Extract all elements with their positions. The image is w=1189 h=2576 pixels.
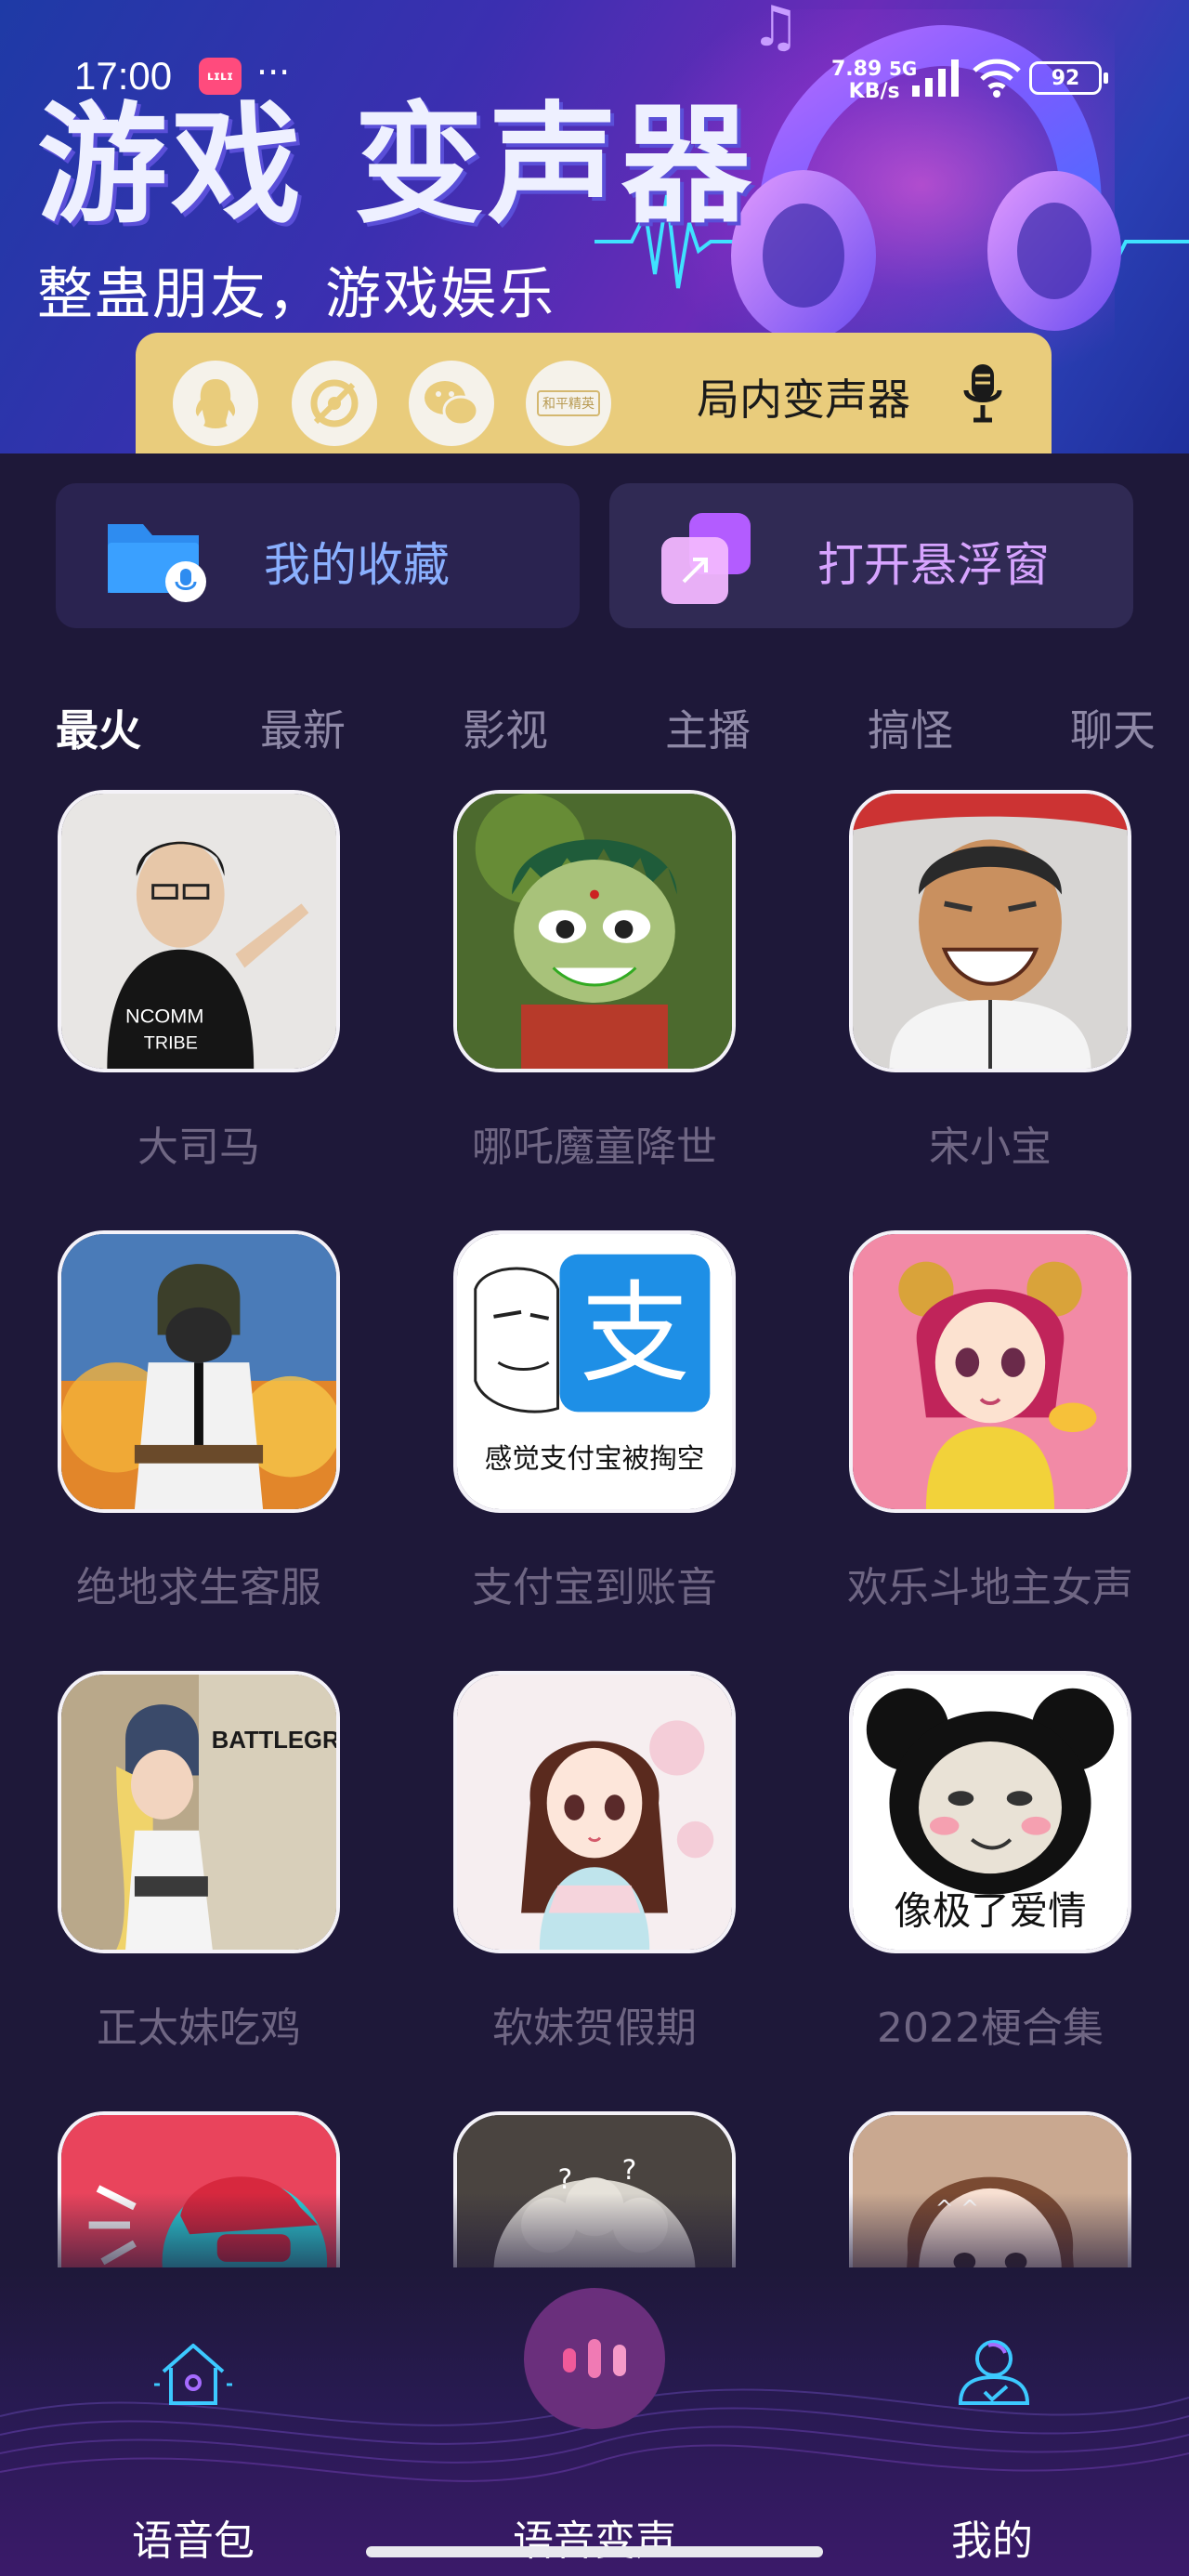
svg-text:?: ? (622, 2154, 637, 2186)
nav-voice-pack-label: 语音包 (132, 2517, 255, 2565)
notification-app-icon: ʟɪʟɪ (199, 58, 242, 95)
tab-streamer[interactable]: 主播 (665, 697, 751, 758)
bottom-navigation: 语音包 语音变声 我的 (0, 2267, 1189, 2576)
qq-zone-icon[interactable] (292, 361, 377, 446)
nav-profile-label: 我的 (951, 2517, 1033, 2565)
home-indicator[interactable] (366, 2546, 823, 2557)
voice-pack-thumbnail: NCOMM TRIBE (58, 790, 340, 1072)
wifi-icon (973, 59, 1021, 98)
voice-pack-label: 大司马 (137, 1124, 260, 1171)
alipay-meme-caption: 感觉支付宝被掏空 (485, 1443, 705, 1475)
voice-pack-thumbnail: 像极了爱情 (849, 1671, 1131, 1953)
voice-pack-thumbnail: 支感觉支付宝被掏空 (453, 1230, 736, 1513)
nav-voice-changer-label: 语音变声 (513, 2517, 676, 2565)
banner-title: 游戏 变声器 (37, 90, 755, 242)
alipay-logo-glyph: 支 (580, 1269, 689, 1398)
banner-subtitle: 整蛊朋友，游戏娱乐 (37, 262, 555, 327)
in-game-voice-changer-bar[interactable]: 和平精英 局内变声器 (136, 333, 1052, 453)
open-float-window-button[interactable]: 打开悬浮窗 (609, 483, 1133, 628)
voice-pack-label: 2022梗合集 (877, 2004, 1104, 2052)
svg-text:TRIBE: TRIBE (144, 1032, 198, 1053)
voice-pack-thumbnail (849, 790, 1131, 1072)
tab-newest[interactable]: 最新 (260, 697, 346, 758)
voice-wave-icon (524, 2288, 665, 2429)
game-peace-elite-icon[interactable]: 和平精英 (526, 361, 611, 446)
signal-icon (912, 59, 959, 97)
panda-meme-caption: 像极了爱情 (894, 1888, 1086, 1933)
category-tabs: 最火 最新 影视 主播 搞怪 聊天 (0, 688, 1189, 762)
voice-pack-grid: NCOMM TRIBE 大司马 哪吒魔童降世 宋小宝 绝地求生客服 支感觉支付宝被… (0, 790, 1189, 2277)
voice-pack-thumbnail (849, 1230, 1131, 1513)
voice-pack-label: 欢乐斗地主女声 (847, 1564, 1133, 1611)
float-window-icon (661, 513, 751, 604)
microphone-icon (963, 364, 1002, 423)
voice-pack-label: 宋小宝 (929, 1124, 1052, 1171)
voice-pack-thumbnail (58, 1230, 340, 1513)
profile-icon (958, 2340, 1030, 2405)
nav-profile[interactable]: 我的 (881, 2305, 1104, 2565)
voice-pack-thumbnail (453, 1671, 736, 1953)
tab-funny[interactable]: 搞怪 (868, 697, 953, 758)
voice-pack-thumbnail: BATTLEGROUNDS (58, 1671, 340, 1953)
tab-chat[interactable]: 聊天 (1070, 697, 1156, 758)
network-speed: 7.89 5G KB/s (831, 58, 918, 103)
svg-text:?: ? (558, 2163, 573, 2195)
open-float-window-label: 打开悬浮窗 (817, 538, 1050, 592)
wechat-icon[interactable] (409, 361, 494, 446)
in-game-voice-changer-label: 局内变声器 (697, 375, 910, 425)
voice-pack-label: 哪吒魔童降世 (472, 1124, 717, 1171)
svg-text:NCOMM: NCOMM (125, 1005, 203, 1028)
header-banner: ♫ 17:00 ʟɪʟɪ ··· 7.89 5G KB/s 92 游戏 变声器 … (0, 0, 1189, 453)
more-notifications-icon: ··· (256, 52, 291, 93)
qq-icon[interactable] (173, 361, 258, 446)
home-icon (154, 2344, 232, 2405)
voice-pack-label: 支付宝到账音 (472, 1564, 717, 1611)
battery-indicator: 92 (1029, 61, 1108, 95)
voice-pack-thumbnail (453, 790, 736, 1072)
game-badge-text: 和平精英 (537, 390, 600, 416)
voice-pack-label: 正太妹吃鸡 (97, 2004, 301, 2052)
nav-voice-pack[interactable]: 语音包 (82, 2305, 305, 2565)
folder-mic-icon (108, 524, 206, 602)
battlegrounds-logo-text: BATTLEGROUNDS (212, 1728, 336, 1754)
voice-pack-label: 绝地求生客服 (76, 1564, 321, 1611)
my-favorites-button[interactable]: 我的收藏 (56, 483, 580, 628)
tab-film-tv[interactable]: 影视 (463, 697, 548, 758)
my-favorites-label: 我的收藏 (264, 538, 450, 592)
voice-pack-label: 软妹贺假期 (492, 2004, 697, 2052)
tab-hottest[interactable]: 最火 (56, 697, 141, 758)
